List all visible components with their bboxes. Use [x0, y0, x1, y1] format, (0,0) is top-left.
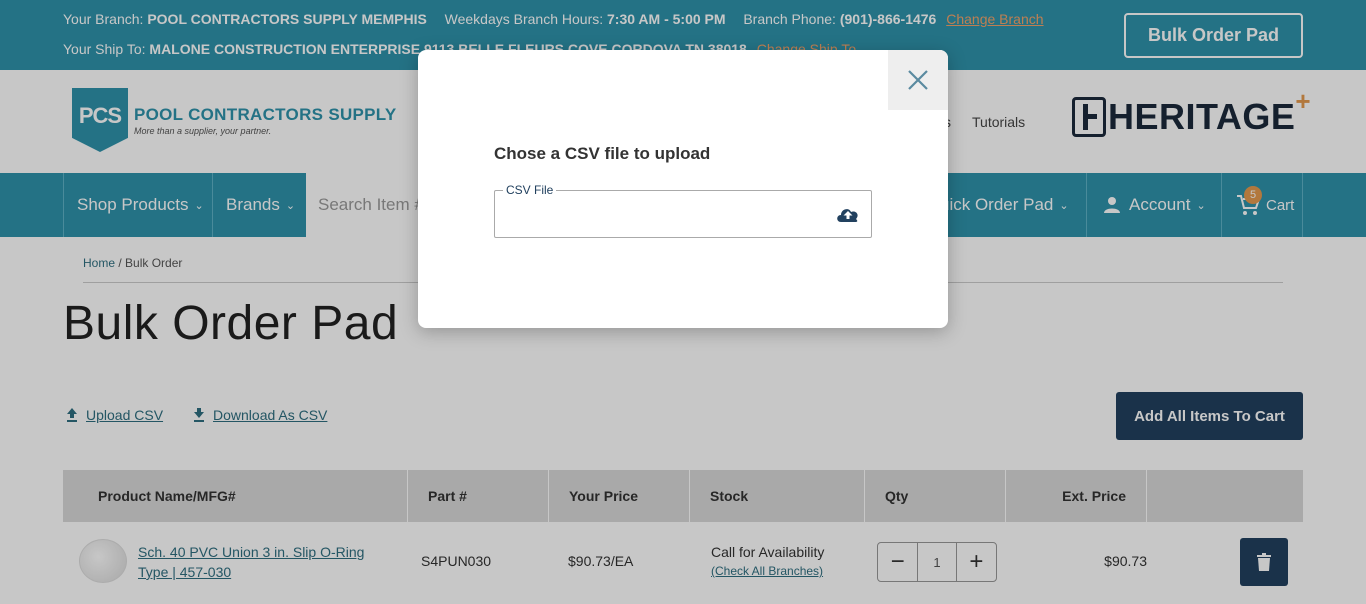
close-button[interactable]: [888, 50, 948, 110]
close-icon: [908, 70, 928, 90]
modal-title: Chose a CSV file to upload: [494, 144, 711, 163]
csv-file-input[interactable]: CSV File: [494, 183, 872, 238]
upload-csv-modal: Chose a CSV file to upload CSV File: [418, 50, 948, 328]
cloud-upload-icon[interactable]: [835, 205, 861, 223]
csv-file-label: CSV File: [503, 183, 557, 197]
